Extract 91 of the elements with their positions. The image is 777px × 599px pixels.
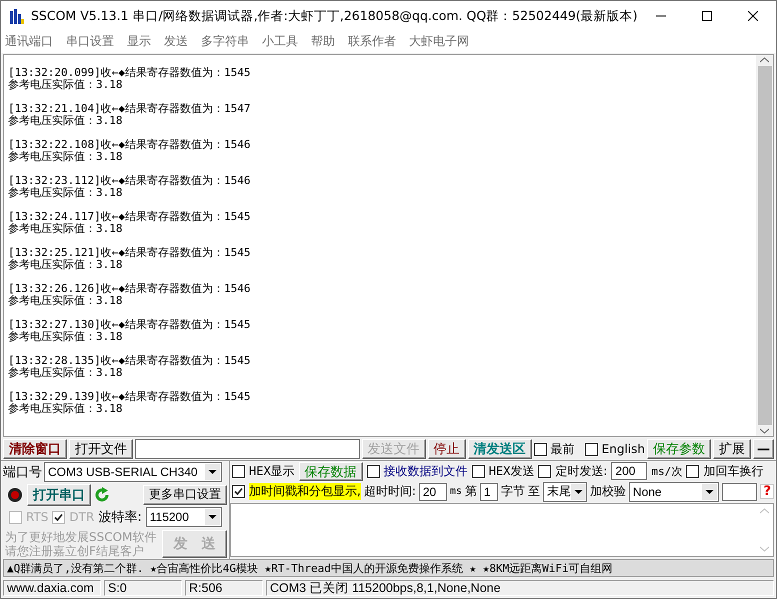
timeout-field[interactable]: 20	[418, 482, 447, 501]
register-notice: 请您注册嘉立创F结尾客户	[5, 544, 145, 558]
append-newline-checkbox[interactable]	[686, 464, 700, 478]
hex-display-checkbox[interactable]	[232, 464, 245, 478]
menu-item[interactable]: 通讯端口	[5, 33, 53, 50]
log-line: [13:32:21.104]收←◆结果寄存器数值为：1547	[8, 102, 252, 115]
log-line: 参考电压实际值：3.18	[8, 114, 124, 127]
refresh-icon[interactable]	[95, 486, 111, 504]
log-line: [13:32:26.126]收←◆结果寄存器数值为：1546	[8, 282, 252, 295]
byte-label: 字节	[500, 483, 525, 500]
log-line: [13:32:22.108]收←◆结果寄存器数值为：1546	[8, 138, 252, 151]
log-line: [13:32:25.121]收←◆结果寄存器数值为：1545	[8, 246, 252, 259]
byte-from-label: 第	[464, 483, 477, 500]
log-line: 参考电压实际值：3.18	[8, 222, 124, 235]
more-settings-button[interactable]: 更多串口设置	[143, 484, 227, 505]
timed-send-checkbox[interactable]	[538, 464, 552, 478]
log-line: [13:32:20.099]收←◆结果寄存器数值为：1545	[8, 66, 252, 79]
checksum-field[interactable]	[722, 482, 758, 501]
log-line: 参考电压实际值：3.18	[8, 366, 124, 379]
hex-send-label: HEX发送	[488, 462, 534, 480]
interval-unit: ms/次	[651, 464, 682, 479]
log-line: 参考电压实际值：3.18	[8, 294, 124, 307]
menu-item[interactable]: 发送	[164, 33, 188, 50]
save-params-button[interactable]: 保存参数	[647, 439, 711, 460]
baud-select[interactable]: 115200	[146, 507, 222, 528]
checksum-label: 加校验	[590, 483, 626, 500]
log-line: [13:32:24.117]收←◆结果寄存器数值为：1545	[8, 210, 252, 223]
status-cell: S:0	[104, 580, 182, 596]
byte-from-field[interactable]: 1	[480, 482, 498, 501]
interval-field[interactable]: 200	[611, 462, 648, 480]
menu-item[interactable]: 多字符串	[201, 33, 249, 50]
file-path-field[interactable]	[135, 439, 360, 460]
close-icon[interactable]	[748, 11, 758, 21]
status-cell: www.daxia.com	[3, 580, 101, 596]
port-select[interactable]: COM3 USB-SERIAL CH340	[44, 462, 222, 482]
port-label: 端口号	[3, 464, 42, 481]
log-line: 参考电压实际值：3.18	[8, 78, 124, 91]
collapse-button[interactable]: —	[753, 439, 774, 460]
receive-to-file-checkbox[interactable]	[366, 464, 380, 478]
receive-to-file-label: 接收数据到文件	[384, 462, 468, 480]
log-line: 参考电压实际值：3.18	[8, 402, 124, 415]
to-label: 至	[528, 483, 540, 500]
timestamp-label: 加时间戳和分包显示,	[249, 483, 361, 500]
expand-button[interactable]: 扩展	[713, 439, 751, 460]
checksum-select[interactable]: None	[628, 482, 719, 502]
dtr-label: DTR	[69, 510, 94, 524]
stop-button[interactable]: 停止	[428, 439, 466, 460]
open-port-button[interactable]: 打开串口	[27, 484, 91, 506]
scrollbar[interactable]	[756, 54, 773, 436]
save-data-button[interactable]: 保存数据	[298, 462, 363, 481]
topmost-label: 最前	[550, 440, 575, 458]
clear-window-button[interactable]: 清除窗口	[3, 439, 67, 460]
app-icon	[9, 8, 25, 24]
menu-item[interactable]: 大虾电子网	[409, 33, 469, 50]
register-notice: 为了更好地发展SSCOM软件	[5, 530, 156, 544]
topmost-checkbox[interactable]	[534, 442, 547, 456]
byte-to-select[interactable]: 末尾	[542, 482, 587, 502]
scroll-down-icon[interactable]	[760, 428, 769, 434]
status-cell: R:506	[185, 580, 263, 596]
help-icon[interactable]: ?	[760, 484, 774, 500]
log-line: 参考电压实际值：3.18	[8, 150, 124, 163]
english-label: English	[602, 442, 645, 456]
log-line: 参考电压实际值：3.18	[8, 258, 124, 271]
news-ticker: ▲Q群满员了,没有第二个群. ★合宙高性价比4G模块 ★RT-Thread中国人的开源免费操作系统 ★ ★8KM远距离WiFi可自组网	[3, 559, 774, 577]
rts-label: RTS	[26, 510, 48, 524]
clear-send-button[interactable]: 清发送区	[468, 439, 532, 460]
hex-display-label: HEX显示	[249, 462, 295, 480]
open-file-button[interactable]: 打开文件	[69, 439, 133, 460]
baud-label: 波特率:	[98, 509, 142, 526]
menu-item[interactable]: 联系作者	[348, 33, 396, 50]
timeout-unit: ms	[450, 486, 462, 498]
menu-item[interactable]: 帮助	[311, 33, 335, 50]
log-line: [13:32:28.135]收←◆结果寄存器数值为：1545	[8, 354, 252, 367]
window-title: SSCOM V5.13.1 串口/网络数据调试器,作者:大虾丁丁,2618058@qq.com. QQ群：52502449(最新版本)	[31, 8, 638, 24]
append-newline-label: 加回车换行	[703, 462, 764, 480]
log-line: [13:32:27.130]收←◆结果寄存器数值为：1545	[8, 318, 252, 331]
maximize-icon[interactable]	[702, 11, 712, 21]
timestamp-checkbox[interactable]	[232, 485, 245, 498]
log-line: [13:32:29.139]收←◆结果寄存器数值为：1545	[8, 390, 252, 403]
menu-item[interactable]: 串口设置	[66, 33, 114, 50]
status-cell: COM3 已关闭 115200bps,8,1,None,None	[266, 580, 774, 596]
scroll-up-icon[interactable]	[760, 56, 769, 63]
english-checkbox[interactable]	[584, 442, 598, 456]
log-line: [13:32:23.112]收←◆结果寄存器数值为：1546	[8, 174, 252, 187]
log-line: 参考电压实际值：3.18	[8, 330, 124, 343]
timed-send-label: 定时发送:	[555, 462, 608, 480]
timeout-label: 超时时间:	[364, 483, 416, 500]
hex-send-checkbox[interactable]	[472, 464, 485, 478]
menu-item[interactable]: 小工具	[262, 33, 298, 50]
menu-item[interactable]: 显示	[127, 33, 151, 50]
log-line: 参考电压实际值：3.18	[8, 186, 124, 199]
